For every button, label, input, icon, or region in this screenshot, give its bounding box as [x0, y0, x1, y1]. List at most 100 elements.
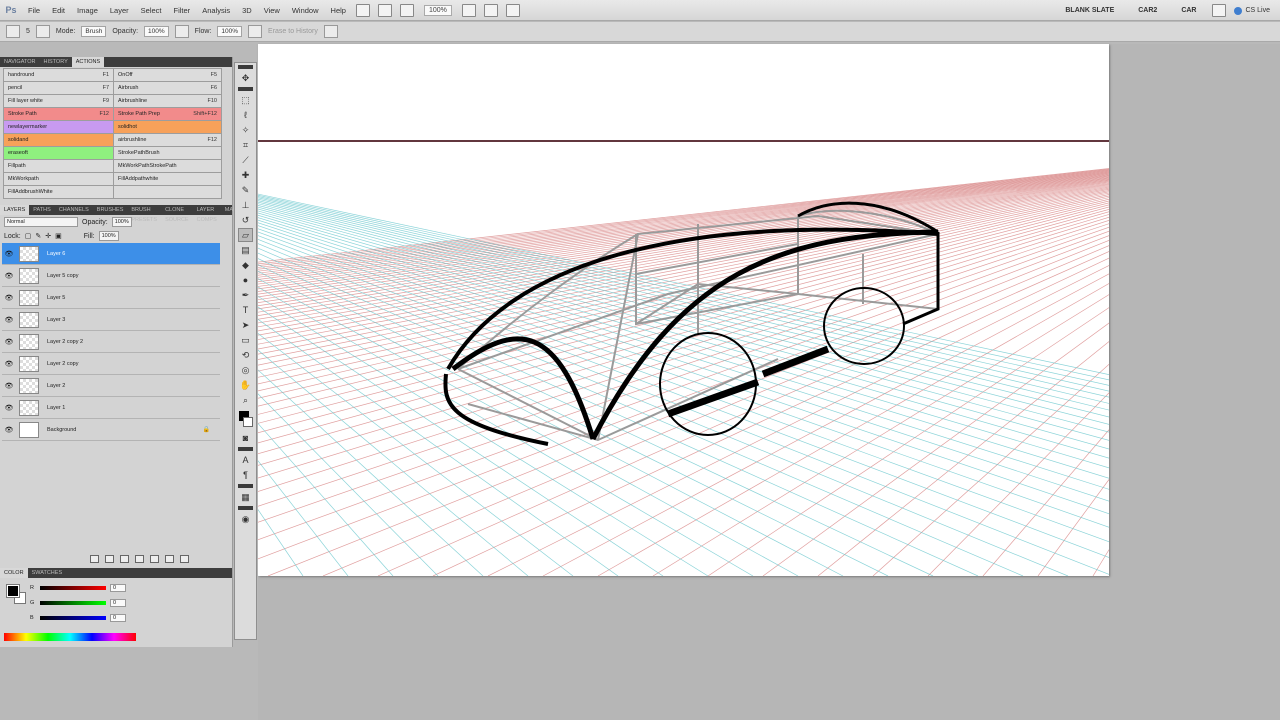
- foreground-color-swatch[interactable]: [6, 584, 20, 598]
- layer-row[interactable]: 👁 Layer 2 copy: [2, 353, 220, 375]
- zoom-tool-icon[interactable]: ⌕: [238, 393, 253, 407]
- tab-navigator[interactable]: NAVIGATOR: [0, 57, 39, 67]
- tab-swatches[interactable]: SWATCHES: [28, 568, 67, 578]
- brush-panel-icon[interactable]: [35, 25, 50, 38]
- tab-layers[interactable]: LAYERS: [0, 205, 30, 215]
- tab-channels[interactable]: CHANNELS: [55, 205, 93, 215]
- action-button[interactable]: pencil F7: [3, 81, 114, 95]
- crop-tool-icon[interactable]: ⌗: [238, 138, 253, 152]
- tab-actions[interactable]: ACTIONS: [71, 57, 105, 67]
- blur-tool-icon[interactable]: ◆: [238, 258, 253, 272]
- action-button[interactable]: solidand: [3, 133, 114, 147]
- eraser-preset-icon[interactable]: [6, 25, 20, 38]
- cs-live-button[interactable]: CS Live: [1230, 6, 1280, 15]
- eye-icon[interactable]: 👁: [2, 382, 16, 390]
- eye-icon[interactable]: 👁: [2, 426, 16, 434]
- menu-analysis[interactable]: Analysis: [196, 0, 236, 21]
- opacity-field[interactable]: 100%: [144, 26, 169, 37]
- action-button[interactable]: MkWorkpath: [3, 172, 114, 186]
- tab-brush-presets[interactable]: BRUSH PRESETS: [127, 205, 161, 223]
- menu-view[interactable]: View: [258, 0, 286, 21]
- marquee-tool-icon[interactable]: ⬚: [238, 93, 253, 107]
- delete-layer-icon[interactable]: [180, 555, 189, 563]
- layer-row[interactable]: 👁 Layer 5: [2, 287, 220, 309]
- shape-tool-icon[interactable]: ▭: [238, 333, 253, 347]
- action-button[interactable]: Fillpath: [3, 159, 114, 173]
- green-value[interactable]: 0: [110, 599, 126, 607]
- pressure-opacity-icon[interactable]: [174, 25, 189, 38]
- path-selection-tool-icon[interactable]: ➤: [238, 318, 253, 332]
- eye-icon[interactable]: 👁: [2, 316, 16, 324]
- action-button[interactable]: FillAddbrushWhite: [3, 185, 114, 199]
- history-brush-tool-icon[interactable]: ↺: [238, 213, 253, 227]
- action-button[interactable]: Stroke Path Prep Shift+F12: [113, 107, 222, 121]
- blue-value[interactable]: 0: [110, 614, 126, 622]
- link-layers-icon[interactable]: [90, 555, 99, 563]
- layer-row[interactable]: 👁 Layer 2 copy 2: [2, 331, 220, 353]
- character-panel-icon[interactable]: A: [238, 453, 253, 467]
- action-button[interactable]: Fill layer white F9: [3, 94, 114, 108]
- action-button[interactable]: airbrushline F12: [113, 133, 222, 147]
- airbrush-icon[interactable]: [248, 25, 263, 38]
- color-spectrum-ramp[interactable]: [4, 633, 136, 641]
- eye-icon[interactable]: 👁: [2, 360, 16, 368]
- tab-history[interactable]: HISTORY: [39, 57, 71, 67]
- action-button[interactable]: newlayermarker: [3, 120, 114, 134]
- layer-name[interactable]: Layer 2 copy 2: [47, 339, 83, 345]
- action-button[interactable]: solidhot: [113, 120, 222, 134]
- tab-color[interactable]: COLOR: [0, 568, 28, 578]
- paragraph-panel-icon[interactable]: ¶: [238, 468, 253, 482]
- layer-row[interactable]: 👁 Layer 2: [2, 375, 220, 397]
- red-value[interactable]: 0: [110, 584, 126, 592]
- clone-source-icon[interactable]: ◉: [238, 512, 253, 526]
- layer-name[interactable]: Layer 5 copy: [47, 273, 79, 279]
- layer-name[interactable]: Layer 6: [47, 251, 65, 257]
- red-slider[interactable]: R 0: [30, 583, 150, 593]
- hand-tool-icon[interactable]: ✋: [238, 378, 253, 392]
- lock-position-icon[interactable]: ✛: [45, 232, 51, 240]
- green-slider[interactable]: G 0: [30, 598, 150, 608]
- eye-icon[interactable]: 👁: [2, 338, 16, 346]
- menu-help[interactable]: Help: [325, 0, 352, 21]
- clone-stamp-tool-icon[interactable]: ⊥: [238, 198, 253, 212]
- menu-3d[interactable]: 3D: [236, 0, 258, 21]
- menu-select[interactable]: Select: [135, 0, 168, 21]
- blend-mode-select[interactable]: Normal: [4, 217, 78, 227]
- workspace-menu-icon[interactable]: [1212, 4, 1227, 17]
- new-layer-icon[interactable]: [165, 555, 174, 563]
- eraser-tool-icon[interactable]: ▱: [238, 228, 253, 242]
- action-button[interactable]: StrokePathBrush: [113, 146, 222, 160]
- menu-layer[interactable]: Layer: [104, 0, 135, 21]
- mode-select[interactable]: Brush: [81, 26, 107, 37]
- screen-mode-icon[interactable]: [505, 3, 520, 17]
- dodge-tool-icon[interactable]: ●: [238, 273, 253, 287]
- pen-tool-icon[interactable]: ✒: [238, 288, 253, 302]
- adjustment-layer-icon[interactable]: [135, 555, 144, 563]
- layer-name[interactable]: Layer 2 copy: [47, 361, 79, 367]
- menu-window[interactable]: Window: [286, 0, 325, 21]
- blue-track[interactable]: [40, 616, 106, 620]
- healing-brush-tool-icon[interactable]: ✚: [238, 168, 253, 182]
- quick-select-tool-icon[interactable]: ✧: [238, 123, 253, 137]
- layer-row[interactable]: 👁 Background 🔒: [2, 419, 220, 441]
- flow-field[interactable]: 100%: [217, 26, 243, 37]
- layer-row[interactable]: 👁 Layer 1: [2, 397, 220, 419]
- zoom-level[interactable]: 100%: [423, 4, 452, 16]
- brush-presets-icon[interactable]: ▦: [238, 490, 253, 504]
- layer-name[interactable]: Layer 3: [47, 317, 65, 323]
- red-track[interactable]: [40, 586, 106, 590]
- action-button[interactable]: OnOff F5: [113, 68, 222, 82]
- new-group-icon[interactable]: [150, 555, 159, 563]
- tab-layer-comps[interactable]: LAYER COMPS: [193, 205, 221, 223]
- mini-bridge-icon[interactable]: [377, 3, 392, 17]
- menu-image[interactable]: Image: [71, 0, 104, 21]
- type-tool-icon[interactable]: T: [238, 303, 253, 317]
- action-button[interactable]: Airbrush F6: [113, 81, 222, 95]
- layer-name[interactable]: Background: [47, 427, 76, 433]
- lock-all-icon[interactable]: ▣: [55, 232, 62, 240]
- 3d-rotate-tool-icon[interactable]: ⟲: [238, 348, 253, 362]
- view-extras-icon[interactable]: [399, 3, 414, 17]
- action-button[interactable]: eraseoft: [3, 146, 114, 160]
- hand-tool-icon[interactable]: [461, 3, 476, 17]
- layer-style-icon[interactable]: [105, 555, 114, 563]
